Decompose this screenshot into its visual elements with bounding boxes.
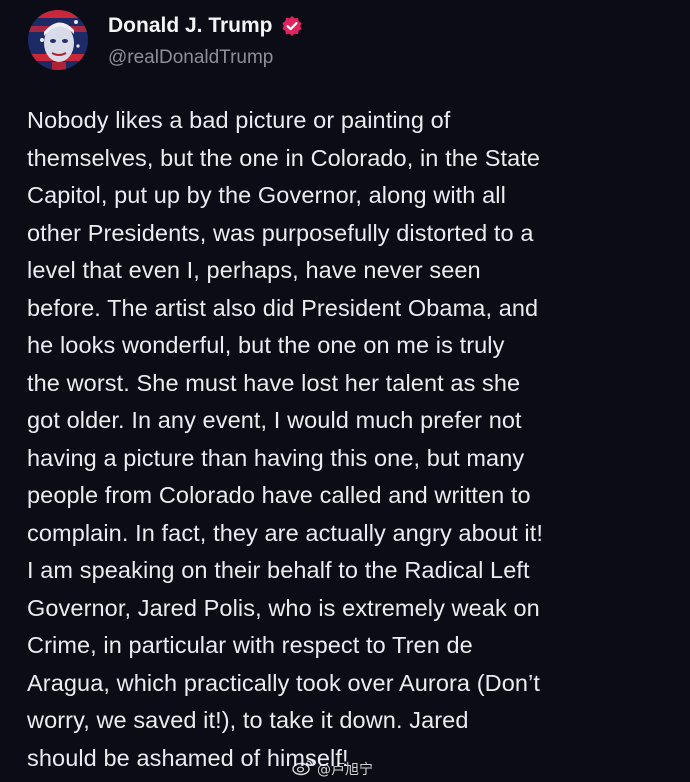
post-line: Aragua, which practically took over Auro… — [27, 669, 540, 696]
post-card: Donald J. Trump @realDonaldTrump Nobody … — [0, 0, 690, 782]
post-line: people from Colorado have called and wri… — [27, 482, 531, 508]
post-line: Capitol, put up by the Governor, along w… — [27, 182, 506, 208]
weibo-icon — [292, 758, 315, 781]
avatar-image — [28, 10, 88, 70]
post-line: worry, we saved it!), to take it down. J… — [27, 707, 469, 733]
post-line: complain. In fact, they are actually ang… — [27, 519, 543, 546]
post-body: Nobody likes a bad picture or painting o… — [27, 102, 667, 777]
post-line: having a picture than having this one, b… — [27, 444, 525, 471]
post-line: Governor, Jared Polis, who is extremely … — [27, 594, 540, 621]
avatar[interactable] — [28, 10, 88, 70]
post-line: Crime, in particular with respect to Tre… — [27, 632, 473, 658]
display-name[interactable]: Donald J. Trump — [108, 13, 273, 39]
post-line: I am speaking on their behalf to the Rad… — [27, 557, 530, 583]
post-line: Nobody likes a bad picture or painting o… — [27, 107, 451, 133]
post-line: themselves, but the one in Colorado, in … — [27, 144, 541, 171]
post-line: other Presidents, was purposefully disto… — [27, 219, 534, 246]
watermark: @卢旭宁 — [292, 758, 373, 781]
user-handle[interactable]: @realDonaldTrump — [108, 46, 273, 70]
author-row: Donald J. Trump — [108, 13, 303, 39]
post-line: the worst. She must have lost her talent… — [27, 369, 521, 396]
post-line: he looks wonderful, but the one on me is… — [27, 332, 505, 358]
post-line: got older. In any event, I would much pr… — [27, 407, 522, 433]
verified-badge-icon — [281, 15, 303, 37]
watermark-text: @卢旭宁 — [317, 761, 373, 778]
post-line: before. The artist also did President Ob… — [27, 294, 539, 321]
post-line: level that even I, perhaps, have never s… — [27, 257, 481, 283]
